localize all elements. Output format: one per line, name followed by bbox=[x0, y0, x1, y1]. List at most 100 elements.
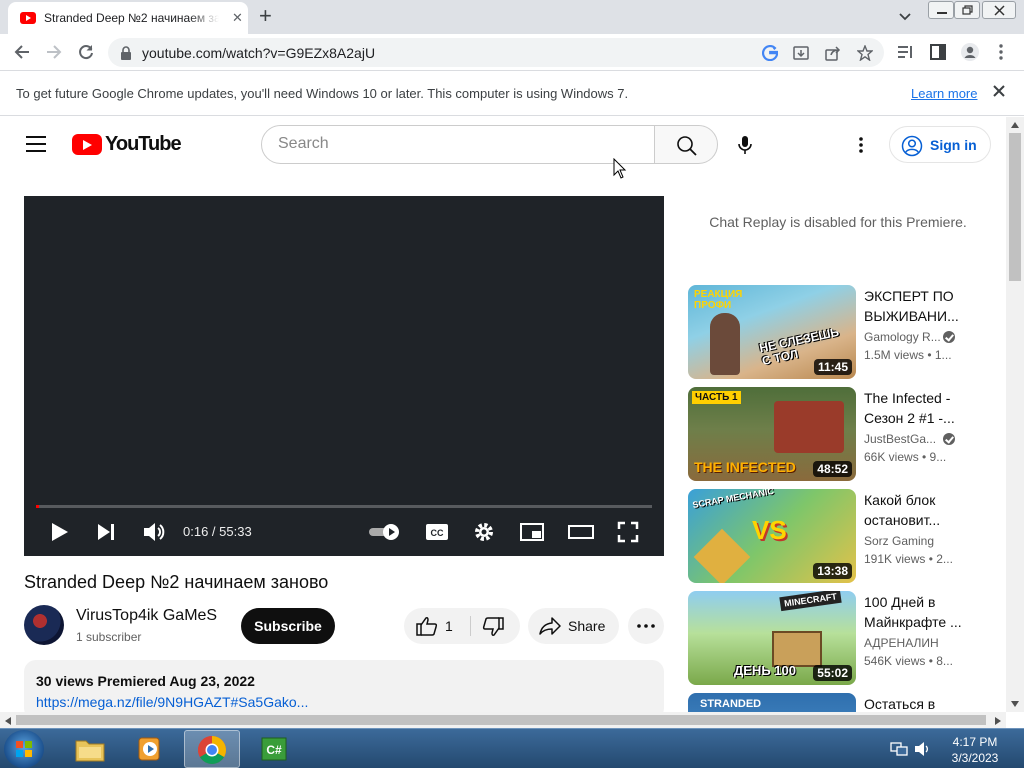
horizontal-scroll-thumb[interactable] bbox=[16, 715, 986, 725]
next-video-icon[interactable] bbox=[95, 521, 117, 543]
bookmark-star-icon[interactable] bbox=[857, 45, 873, 61]
recommendation-item[interactable]: STRANDED Остаться в bbox=[688, 693, 988, 712]
autoplay-toggle-icon[interactable] bbox=[368, 521, 402, 543]
video-title: The Infected - Сезон 2 #1 -... bbox=[864, 390, 955, 426]
like-dislike-group: 1 bbox=[404, 608, 520, 644]
channel-name[interactable]: Gamology R... bbox=[864, 330, 941, 344]
description-link[interactable]: https://mega.nz/file/9N9HGAZT#Sa5Gako... bbox=[36, 694, 308, 710]
recommendation-item[interactable]: SCRAP MECHANIC VS 13:38 Какой блок остан… bbox=[688, 489, 988, 583]
thumb-person bbox=[710, 313, 740, 375]
like-thumb-up-icon[interactable] bbox=[416, 616, 438, 636]
video-title: 100 Дней в Майнкрафте ... bbox=[864, 594, 962, 630]
recommendation-item[interactable]: РЕАКЦИЯ ПРОФИ НЕ СЛЕЗЕШЬ С ТОЛ 11:45 ЭКС… bbox=[688, 285, 988, 379]
side-panel-icon[interactable] bbox=[929, 43, 947, 61]
svg-text:CC: CC bbox=[431, 528, 444, 538]
thumb-tag: SCRAP MECHANIC bbox=[691, 489, 775, 511]
channel-avatar[interactable] bbox=[24, 605, 64, 645]
back-arrow-icon[interactable] bbox=[13, 43, 31, 61]
channel-name[interactable]: VirusTop4ik GaMeS bbox=[76, 607, 217, 625]
browser-tab-active[interactable]: Stranded Deep №2 начинаем заново - YouTu… bbox=[8, 2, 248, 34]
volume-icon[interactable] bbox=[142, 521, 166, 543]
tab-search-chevron-icon[interactable] bbox=[897, 10, 913, 24]
thumb-truck bbox=[774, 401, 844, 453]
video-thumbnail[interactable]: ЧАСТЬ 1 THE INFECTED 48:52 bbox=[688, 387, 856, 481]
video-thumbnail[interactable]: РЕАКЦИЯ ПРОФИ НЕ СЛЕЗЕШЬ С ТОЛ 11:45 bbox=[688, 285, 856, 379]
video-duration: 11:45 bbox=[813, 359, 852, 375]
vertical-scroll-thumb[interactable] bbox=[1009, 133, 1021, 281]
volume-tray-icon[interactable] bbox=[914, 741, 932, 757]
taskbar-csharp-ide[interactable]: C# bbox=[246, 730, 302, 768]
share-label: Share bbox=[568, 618, 606, 634]
search-input[interactable] bbox=[278, 135, 638, 153]
horizontal-scrollbar[interactable] bbox=[0, 712, 1006, 728]
google-translate-icon[interactable] bbox=[762, 45, 778, 61]
reading-list-icon[interactable] bbox=[896, 43, 914, 61]
video-thumbnail[interactable]: SCRAP MECHANIC VS 13:38 bbox=[688, 489, 856, 583]
chrome-menu-kebab-icon[interactable] bbox=[996, 43, 1006, 61]
address-bar[interactable]: youtube.com/watch?v=G9EZx8A2ajU bbox=[108, 38, 884, 67]
subscribe-button[interactable]: Subscribe bbox=[241, 608, 335, 644]
forward-arrow-icon[interactable] bbox=[45, 43, 63, 61]
install-app-icon[interactable] bbox=[793, 45, 809, 61]
youtube-logo[interactable]: YouTube bbox=[72, 133, 182, 155]
tab-close-icon[interactable]: ✕ bbox=[232, 10, 243, 26]
taskbar-google-chrome[interactable] bbox=[184, 730, 240, 768]
share-button[interactable]: Share bbox=[528, 608, 619, 644]
learn-more-link[interactable]: Learn more bbox=[911, 86, 977, 101]
close-window-button[interactable] bbox=[982, 1, 1016, 19]
restore-button[interactable] bbox=[954, 1, 980, 19]
youtube-page: YouTube Sign in 0:16 / 55:33 bbox=[0, 117, 1006, 712]
video-thumbnail[interactable]: MINECRAFT ДЕНЬ 100 55:02 bbox=[688, 591, 856, 685]
settings-gear-icon[interactable] bbox=[473, 521, 495, 543]
video-thumbnail[interactable]: STRANDED bbox=[688, 693, 856, 712]
taskbar-clock[interactable]: 4:17 PM 3/3/2023 bbox=[940, 734, 1010, 766]
play-icon[interactable] bbox=[48, 521, 70, 543]
clock-time: 4:17 PM bbox=[952, 735, 998, 749]
subtitles-cc-icon[interactable]: CC bbox=[425, 521, 449, 543]
scroll-left-arrow-icon[interactable] bbox=[4, 716, 12, 726]
video-player[interactable]: 0:16 / 55:33 CC bbox=[24, 196, 664, 556]
more-actions-button[interactable] bbox=[628, 608, 664, 644]
share-arrow-icon bbox=[539, 617, 561, 635]
thumb-blocks bbox=[693, 528, 751, 583]
media-player-icon bbox=[138, 737, 160, 761]
search-button[interactable] bbox=[654, 125, 718, 164]
taskbar-windows-explorer[interactable] bbox=[62, 730, 118, 768]
account-circle-icon bbox=[901, 135, 923, 157]
theater-mode-icon[interactable] bbox=[568, 521, 594, 543]
minimize-button[interactable] bbox=[928, 1, 954, 19]
new-tab-button[interactable]: + bbox=[259, 5, 272, 27]
voice-search-mic-icon[interactable] bbox=[735, 135, 755, 155]
fullscreen-icon[interactable] bbox=[617, 521, 639, 543]
scroll-up-arrow-icon[interactable] bbox=[1010, 121, 1020, 129]
infobar-close-icon[interactable] bbox=[992, 84, 1006, 98]
scroll-right-arrow-icon[interactable] bbox=[994, 716, 1002, 726]
recommendation-item[interactable]: ЧАСТЬ 1 THE INFECTED 48:52 The Infected … bbox=[688, 387, 988, 481]
youtube-logo-text: YouTube bbox=[105, 133, 182, 155]
taskbar-media-player[interactable] bbox=[122, 730, 178, 768]
recommendation-item[interactable]: MINECRAFT ДЕНЬ 100 55:02 100 Дней в Майн… bbox=[688, 591, 988, 685]
url-text[interactable]: youtube.com/watch?v=G9EZx8A2ajU bbox=[142, 45, 375, 61]
chrome-logo-icon bbox=[198, 736, 226, 764]
channel-name[interactable]: Sorz Gaming bbox=[864, 534, 934, 548]
share-page-icon[interactable] bbox=[825, 45, 841, 61]
lock-icon[interactable] bbox=[120, 46, 132, 60]
browser-toolbar: youtube.com/watch?v=G9EZx8A2ajU bbox=[0, 34, 1024, 71]
progress-bar[interactable] bbox=[36, 505, 652, 508]
network-icon[interactable] bbox=[890, 741, 908, 757]
description-box[interactable]: 30 views Premiered Aug 23, 2022 https://… bbox=[24, 660, 664, 712]
settings-kebab-icon[interactable] bbox=[857, 136, 865, 154]
miniplayer-icon[interactable] bbox=[520, 521, 544, 543]
channel-name[interactable]: АДРЕНАЛИН bbox=[864, 636, 939, 650]
search-box[interactable] bbox=[261, 125, 655, 164]
sign-in-button[interactable]: Sign in bbox=[889, 126, 991, 163]
mouse-cursor-icon bbox=[613, 158, 627, 179]
start-button[interactable] bbox=[4, 730, 44, 768]
guide-menu-icon[interactable] bbox=[26, 136, 46, 152]
dislike-thumb-down-icon[interactable] bbox=[482, 617, 504, 637]
channel-name[interactable]: JustBestGa... bbox=[864, 432, 936, 446]
profile-avatar-icon[interactable] bbox=[960, 42, 980, 62]
vertical-scrollbar[interactable] bbox=[1006, 117, 1024, 712]
reload-icon[interactable] bbox=[77, 43, 95, 61]
scroll-down-arrow-icon[interactable] bbox=[1010, 700, 1020, 708]
